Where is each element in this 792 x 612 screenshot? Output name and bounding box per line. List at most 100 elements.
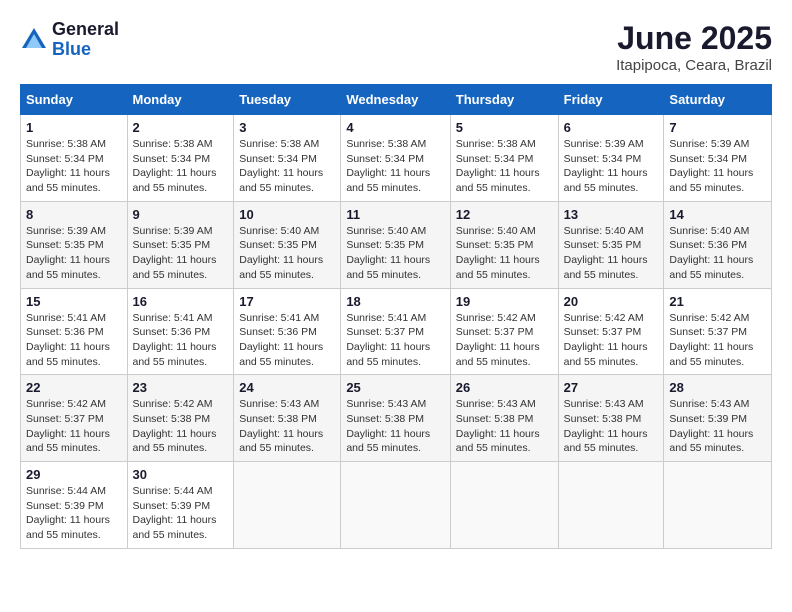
day-number: 30 <box>133 467 229 482</box>
day-info: Sunrise: 5:42 AMSunset: 5:37 PMDaylight:… <box>26 397 122 456</box>
week-row-1: 1 Sunrise: 5:38 AMSunset: 5:34 PMDaylight… <box>21 115 772 202</box>
day-info: Sunrise: 5:42 AMSunset: 5:37 PMDaylight:… <box>564 311 659 370</box>
calendar-cell: 2Sunrise: 5:38 AMSunset: 5:34 PMDaylight… <box>127 115 234 202</box>
calendar-cell: 28 Sunrise: 5:43 AMSunset: 5:39 PMDayligh… <box>664 375 772 462</box>
day-number: 18 <box>346 294 444 309</box>
day-info: Sunrise: 5:44 AMSunset: 5:39 PMDaylight:… <box>133 484 229 543</box>
calendar-cell: 22 Sunrise: 5:42 AMSunset: 5:37 PMDayligh… <box>21 375 128 462</box>
calendar-cell: 15 Sunrise: 5:41 AMSunset: 5:36 PMDayligh… <box>21 288 128 375</box>
calendar-cell: 10Sunrise: 5:40 AMSunset: 5:35 PMDayligh… <box>234 201 341 288</box>
day-number: 20 <box>564 294 659 309</box>
logo-general-text: General <box>52 20 119 40</box>
month-title: June 2025 <box>616 20 772 57</box>
calendar-cell: 30 Sunrise: 5:44 AMSunset: 5:39 PMDayligh… <box>127 462 234 549</box>
day-number: 11 <box>346 207 444 222</box>
day-info: Sunrise: 5:38 AMSunset: 5:34 PMDaylight:… <box>239 137 335 196</box>
day-info: Sunrise: 5:41 AMSunset: 5:36 PMDaylight:… <box>26 311 122 370</box>
calendar-cell <box>341 462 450 549</box>
logo-text: General Blue <box>52 20 119 60</box>
day-info: Sunrise: 5:40 AMSunset: 5:36 PMDaylight:… <box>669 224 766 283</box>
page-header: General Blue June 2025 Itapipoca, Ceara,… <box>20 20 772 74</box>
header-day-friday: Friday <box>558 85 664 115</box>
week-row-3: 15 Sunrise: 5:41 AMSunset: 5:36 PMDayligh… <box>21 288 772 375</box>
calendar-cell: 20 Sunrise: 5:42 AMSunset: 5:37 PMDayligh… <box>558 288 664 375</box>
day-info: Sunrise: 5:38 AMSunset: 5:34 PMDaylight:… <box>346 137 444 196</box>
calendar-cell: 17 Sunrise: 5:41 AMSunset: 5:36 PMDayligh… <box>234 288 341 375</box>
logo-blue-text: Blue <box>52 40 119 60</box>
calendar-cell: 3 Sunrise: 5:38 AMSunset: 5:34 PMDaylight… <box>234 115 341 202</box>
calendar-cell: 18 Sunrise: 5:41 AMSunset: 5:37 PMDayligh… <box>341 288 450 375</box>
day-number: 2 <box>133 120 229 135</box>
calendar-cell: 9 Sunrise: 5:39 AMSunset: 5:35 PMDaylight… <box>127 201 234 288</box>
day-info: Sunrise: 5:43 AMSunset: 5:38 PMDaylight:… <box>564 397 659 456</box>
day-info: Sunrise: 5:41 AMSunset: 5:36 PMDaylight:… <box>239 311 335 370</box>
calendar-body: 1 Sunrise: 5:38 AMSunset: 5:34 PMDaylight… <box>21 115 772 549</box>
calendar-cell: 11 Sunrise: 5:40 AMSunset: 5:35 PMDayligh… <box>341 201 450 288</box>
day-info: Sunrise: 5:40 AMSunset: 5:35 PMDaylight:… <box>456 224 553 283</box>
header-row: SundayMondayTuesdayWednesdayThursdayFrid… <box>21 85 772 115</box>
calendar-cell <box>234 462 341 549</box>
day-number: 13 <box>564 207 659 222</box>
day-number: 29 <box>26 467 122 482</box>
day-info: Sunrise: 5:43 AMSunset: 5:38 PMDaylight:… <box>239 397 335 456</box>
day-number: 12 <box>456 207 553 222</box>
calendar-cell: 6Sunrise: 5:39 AMSunset: 5:34 PMDaylight… <box>558 115 664 202</box>
calendar-cell: 5 Sunrise: 5:38 AMSunset: 5:34 PMDaylight… <box>450 115 558 202</box>
location-text: Itapipoca, Ceara, Brazil <box>616 57 772 74</box>
day-number: 15 <box>26 294 122 309</box>
logo-icon <box>20 26 48 54</box>
day-info: Sunrise: 5:43 AMSunset: 5:39 PMDaylight:… <box>669 397 766 456</box>
week-row-2: 8 Sunrise: 5:39 AMSunset: 5:35 PMDaylight… <box>21 201 772 288</box>
day-info: Sunrise: 5:42 AMSunset: 5:37 PMDaylight:… <box>669 311 766 370</box>
day-number: 24 <box>239 380 335 395</box>
day-info: Sunrise: 5:40 AMSunset: 5:35 PMDaylight:… <box>564 224 659 283</box>
header-day-sunday: Sunday <box>21 85 128 115</box>
calendar-table: SundayMondayTuesdayWednesdayThursdayFrid… <box>20 84 772 549</box>
day-info: Sunrise: 5:38 AMSunset: 5:34 PMDaylight:… <box>26 137 122 196</box>
calendar-cell: 21 Sunrise: 5:42 AMSunset: 5:37 PMDayligh… <box>664 288 772 375</box>
calendar-cell: 16Sunrise: 5:41 AMSunset: 5:36 PMDayligh… <box>127 288 234 375</box>
day-info: Sunrise: 5:41 AMSunset: 5:37 PMDaylight:… <box>346 311 444 370</box>
day-number: 8 <box>26 207 122 222</box>
day-number: 14 <box>669 207 766 222</box>
calendar-cell: 8 Sunrise: 5:39 AMSunset: 5:35 PMDaylight… <box>21 201 128 288</box>
calendar-cell: 1 Sunrise: 5:38 AMSunset: 5:34 PMDaylight… <box>21 115 128 202</box>
calendar-cell: 4 Sunrise: 5:38 AMSunset: 5:34 PMDaylight… <box>341 115 450 202</box>
day-number: 1 <box>26 120 122 135</box>
calendar-cell: 7 Sunrise: 5:39 AMSunset: 5:34 PMDaylight… <box>664 115 772 202</box>
day-info: Sunrise: 5:43 AMSunset: 5:38 PMDaylight:… <box>456 397 553 456</box>
day-info: Sunrise: 5:42 AMSunset: 5:38 PMDaylight:… <box>133 397 229 456</box>
calendar-cell: 13 Sunrise: 5:40 AMSunset: 5:35 PMDayligh… <box>558 201 664 288</box>
day-info: Sunrise: 5:40 AMSunset: 5:35 PMDaylight:… <box>346 224 444 283</box>
day-number: 21 <box>669 294 766 309</box>
day-info: Sunrise: 5:42 AMSunset: 5:37 PMDaylight:… <box>456 311 553 370</box>
header-day-wednesday: Wednesday <box>341 85 450 115</box>
day-number: 17 <box>239 294 335 309</box>
calendar-cell: 25Sunrise: 5:43 AMSunset: 5:38 PMDayligh… <box>341 375 450 462</box>
header-day-monday: Monday <box>127 85 234 115</box>
day-number: 9 <box>133 207 229 222</box>
day-number: 5 <box>456 120 553 135</box>
calendar-cell: 23Sunrise: 5:42 AMSunset: 5:38 PMDayligh… <box>127 375 234 462</box>
calendar-cell: 14 Sunrise: 5:40 AMSunset: 5:36 PMDayligh… <box>664 201 772 288</box>
day-number: 28 <box>669 380 766 395</box>
calendar-cell <box>450 462 558 549</box>
week-row-5: 29 Sunrise: 5:44 AMSunset: 5:39 PMDayligh… <box>21 462 772 549</box>
calendar-cell: 24 Sunrise: 5:43 AMSunset: 5:38 PMDayligh… <box>234 375 341 462</box>
day-info: Sunrise: 5:38 AMSunset: 5:34 PMDaylight:… <box>456 137 553 196</box>
day-number: 6 <box>564 120 659 135</box>
calendar-cell: 27Sunrise: 5:43 AMSunset: 5:38 PMDayligh… <box>558 375 664 462</box>
day-number: 4 <box>346 120 444 135</box>
header-day-saturday: Saturday <box>664 85 772 115</box>
day-info: Sunrise: 5:44 AMSunset: 5:39 PMDaylight:… <box>26 484 122 543</box>
day-info: Sunrise: 5:39 AMSunset: 5:35 PMDaylight:… <box>133 224 229 283</box>
day-number: 7 <box>669 120 766 135</box>
day-info: Sunrise: 5:39 AMSunset: 5:34 PMDaylight:… <box>669 137 766 196</box>
day-number: 22 <box>26 380 122 395</box>
day-number: 3 <box>239 120 335 135</box>
day-info: Sunrise: 5:43 AMSunset: 5:38 PMDaylight:… <box>346 397 444 456</box>
header-day-tuesday: Tuesday <box>234 85 341 115</box>
day-info: Sunrise: 5:41 AMSunset: 5:36 PMDaylight:… <box>133 311 229 370</box>
week-row-4: 22 Sunrise: 5:42 AMSunset: 5:37 PMDayligh… <box>21 375 772 462</box>
day-info: Sunrise: 5:39 AMSunset: 5:35 PMDaylight:… <box>26 224 122 283</box>
